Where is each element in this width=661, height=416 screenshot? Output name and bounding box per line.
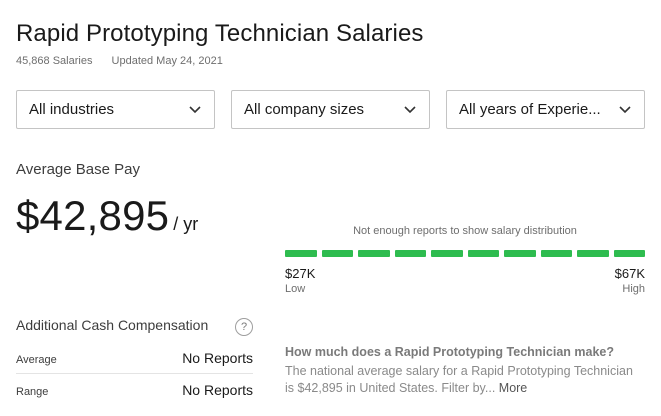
additional-cash-title: Additional Cash Compensation [16, 317, 209, 333]
industry-filter-dropdown[interactable]: All industries [16, 90, 215, 129]
distribution-segment [285, 250, 317, 257]
company-size-filter-dropdown[interactable]: All company sizes [231, 90, 430, 129]
faq-answer: The national average salary for a Rapid … [285, 363, 635, 397]
experience-filter-label: All years of Experie... [459, 101, 601, 118]
pay-unit: / yr [173, 214, 199, 234]
cash-row-range: Range No Reports [16, 382, 253, 398]
salary-high-value: $67K [614, 266, 645, 281]
distribution-segment [358, 250, 390, 257]
distribution-segment [540, 250, 572, 257]
cash-row-average: Average No Reports [16, 350, 253, 366]
updated-date: Updated May 24, 2021 [111, 55, 223, 67]
help-icon[interactable]: ? [235, 318, 253, 336]
company-size-filter-label: All company sizes [244, 101, 365, 118]
distribution-segment [321, 250, 353, 257]
distribution-segment [504, 250, 536, 257]
cash-row-value: No Reports [182, 350, 253, 366]
distribution-segment [394, 250, 426, 257]
experience-filter-dropdown[interactable]: All years of Experie... [446, 90, 645, 129]
chevron-down-icon [403, 103, 417, 117]
salary-high-label: High [622, 283, 645, 295]
average-base-pay: $42,895/ yr [16, 192, 198, 240]
salary-low-label: Low [285, 283, 306, 295]
chevron-down-icon [188, 103, 202, 117]
salary-low: $27K Low [285, 266, 315, 295]
average-base-pay-label: Average Base Pay [16, 161, 140, 178]
pay-amount: $42,895 [16, 192, 170, 239]
cash-row-key: Range [16, 386, 49, 398]
faq-question: How much does a Rapid Prototyping Techni… [285, 345, 614, 359]
cash-row-key: Average [16, 354, 57, 366]
distribution-segment [467, 250, 499, 257]
chevron-down-icon [618, 103, 632, 117]
distribution-segment [577, 250, 609, 257]
more-link[interactable]: More [499, 381, 527, 395]
page-meta: 45,868 Salaries Updated May 24, 2021 [16, 55, 223, 67]
distribution-segment [431, 250, 463, 257]
page-title: Rapid Prototyping Technician Salaries [16, 20, 424, 47]
cash-row-value: No Reports [182, 382, 253, 398]
distribution-segment [613, 250, 645, 257]
salary-low-value: $27K [285, 266, 316, 281]
faq-answer-text: The national average salary for a Rapid … [285, 364, 633, 395]
salary-distribution-bar [285, 250, 645, 257]
salary-count: 45,868 Salaries [16, 55, 93, 67]
distribution-note: Not enough reports to show salary distri… [353, 225, 577, 237]
industry-filter-label: All industries [29, 101, 115, 118]
row-divider [16, 373, 253, 374]
salary-high: $67K High [615, 266, 645, 295]
